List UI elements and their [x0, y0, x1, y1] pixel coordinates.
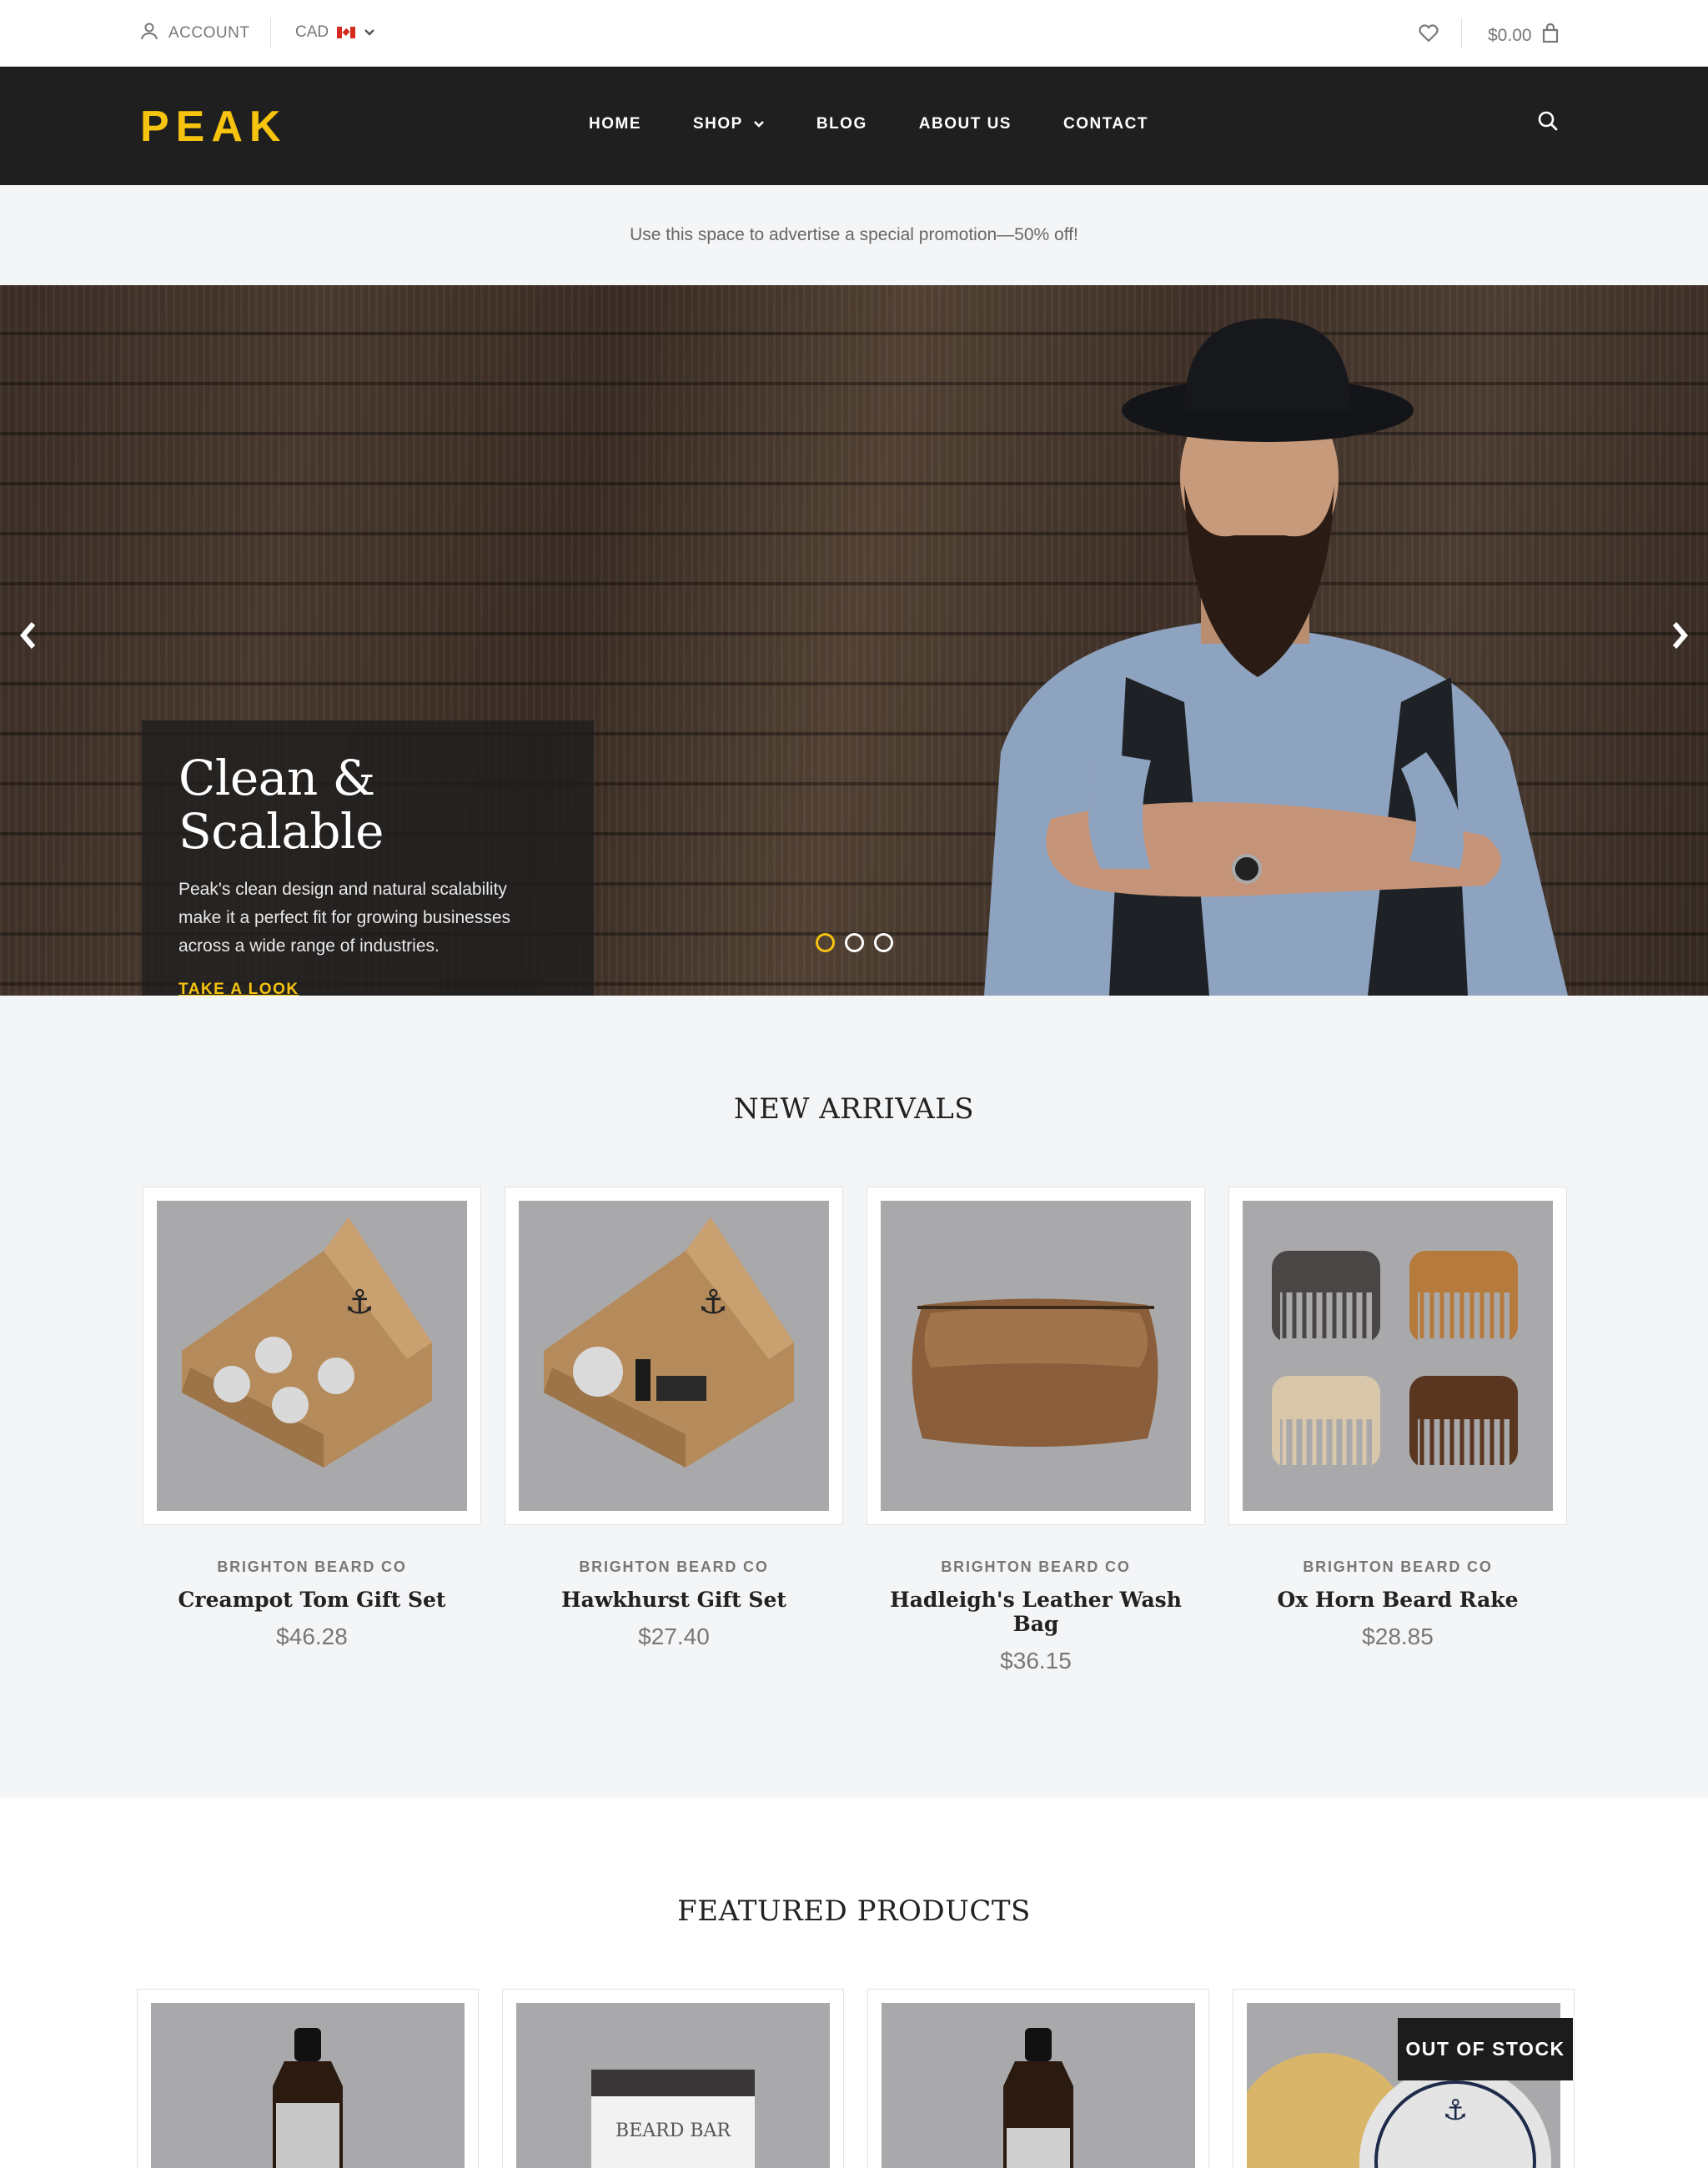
- product-name[interactable]: Hadleigh's Leather Wash Bag: [867, 1588, 1205, 1636]
- hero-title: Clean & Scalable: [178, 750, 384, 860]
- new-arrivals-title: NEW ARRIVALS: [733, 1092, 975, 1126]
- nav-shop-label: SHOP: [693, 115, 743, 133]
- hero-caption: Clean & Scalable Peak's clean design and…: [142, 720, 594, 996]
- divider: [270, 18, 271, 48]
- product-name[interactable]: Creampot Tom Gift Set: [143, 1588, 481, 1612]
- slide-dot[interactable]: [816, 933, 835, 952]
- nav-about[interactable]: ABOUT US: [919, 115, 1012, 133]
- product-vendor: BRIGHTON BEARD CO: [579, 1558, 769, 1575]
- slide-next-arrow-icon[interactable]: [1670, 619, 1691, 656]
- user-icon: [140, 22, 158, 45]
- product-image-frame[interactable]: ⚓: [143, 1187, 481, 1525]
- nav-about-label: ABOUT US: [918, 115, 1012, 133]
- slide-prev-arrow-icon[interactable]: [17, 619, 38, 656]
- product-price: $36.15: [1000, 1648, 1072, 1674]
- hero-cta-link[interactable]: TAKE A LOOK: [178, 981, 299, 996]
- product-vendor: BRIGHTON BEARD CO: [941, 1558, 1131, 1575]
- utility-bar: ACCOUNT CAD $0.00: [0, 0, 1708, 67]
- canada-flag-icon: [337, 27, 356, 38]
- nav-contact-label: CONTACT: [1062, 115, 1148, 133]
- product-card[interactable]: ⚓ BRIGHTON BEARD CO Creampot Tom Gift Se…: [143, 1187, 481, 1650]
- nav-home-label: HOME: [589, 115, 641, 133]
- account-link[interactable]: ACCOUNT: [140, 22, 249, 45]
- svg-text:⚓: ⚓: [698, 1283, 728, 1322]
- product-image: [151, 2003, 465, 2168]
- product-image: ⚓: [519, 1201, 829, 1511]
- svg-text:⚓: ⚓: [1443, 2094, 1468, 2127]
- product-card[interactable]: BRIGHTON BEARD CO Ox Horn Beard Rake $28…: [1228, 1187, 1567, 1650]
- main-header: PEAK HOME SHOP BLOG ABOUT US CONTACT: [0, 67, 1708, 185]
- page: ACCOUNT CAD $0.00 PEAK HOME SHOP BLOG AB…: [0, 0, 1708, 2168]
- product-image-frame[interactable]: [867, 1187, 1205, 1525]
- product-image-frame[interactable]: ⚓: [505, 1187, 843, 1525]
- slide-dots: [816, 933, 893, 952]
- cart-total: $0.00: [1488, 26, 1532, 45]
- nav-blog[interactable]: BLOG: [816, 115, 867, 133]
- product-image: [1243, 1201, 1553, 1511]
- product-card[interactable]: ⚓ BRIGHTON BEARD CO Hawkhurst Gift Set $…: [505, 1187, 843, 1650]
- nav-shop[interactable]: SHOP: [693, 115, 765, 133]
- currency-label: CAD: [295, 23, 329, 41]
- svg-text:⚓: ⚓: [344, 1283, 374, 1322]
- product-image: ⚓: [157, 1201, 467, 1511]
- hero-image: [984, 319, 1568, 996]
- hero-body: Peak's clean design and natural scalabil…: [178, 879, 511, 956]
- nav-contact[interactable]: CONTACT: [1063, 115, 1148, 133]
- product-image-frame[interactable]: [1228, 1187, 1567, 1525]
- product-price: $46.28: [276, 1623, 348, 1649]
- product-price: $27.40: [638, 1623, 710, 1649]
- product-image: [881, 1201, 1191, 1511]
- product-card[interactable]: BEARD BAR: [502, 1989, 844, 2168]
- nav-blog-label: BLOG: [816, 115, 867, 133]
- product-image: BEARD BAR: [516, 2003, 830, 2168]
- nav-home[interactable]: HOME: [589, 115, 641, 133]
- account-label: ACCOUNT: [168, 24, 250, 42]
- product-card[interactable]: [867, 1989, 1209, 2168]
- product-image: [882, 2003, 1195, 2168]
- out-of-stock-badge: OUT OF STOCK: [1398, 2018, 1573, 2080]
- product-card[interactable]: BRIGHTON BEARD CO Hadleigh's Leather Was…: [867, 1187, 1205, 1674]
- main-menu: HOME SHOP BLOG ABOUT US CONTACT: [589, 115, 1200, 133]
- divider: [1461, 18, 1462, 48]
- hero-slideshow: Clean & Scalable Peak's clean design and…: [0, 285, 1708, 996]
- shopping-bag-icon: [1542, 23, 1559, 48]
- product-name[interactable]: Hawkhurst Gift Set: [505, 1588, 843, 1612]
- wishlist-heart-icon[interactable]: [1418, 23, 1439, 48]
- slide-dot[interactable]: [874, 933, 893, 952]
- currency-selector[interactable]: CAD: [295, 23, 375, 42]
- product-name[interactable]: Ox Horn Beard Rake: [1228, 1588, 1567, 1612]
- slide-dot[interactable]: [845, 933, 864, 952]
- logo[interactable]: PEAK: [140, 102, 287, 152]
- chevron-down-icon: [364, 23, 375, 42]
- cart-link[interactable]: $0.00: [1488, 23, 1559, 48]
- search-icon[interactable]: [1537, 110, 1559, 136]
- product-vendor: BRIGHTON BEARD CO: [217, 1558, 407, 1575]
- product-vendor: BRIGHTON BEARD CO: [1303, 1558, 1493, 1575]
- svg-text:BEARD BAR: BEARD BAR: [615, 2120, 731, 2141]
- promo-banner: Use this space to advertise a special pr…: [0, 185, 1708, 285]
- product-card[interactable]: [137, 1989, 479, 2168]
- featured-products-title: FEATURED PRODUCTS: [677, 1894, 1031, 1928]
- chevron-down-icon: [753, 115, 765, 133]
- product-price: $28.85: [1362, 1623, 1434, 1649]
